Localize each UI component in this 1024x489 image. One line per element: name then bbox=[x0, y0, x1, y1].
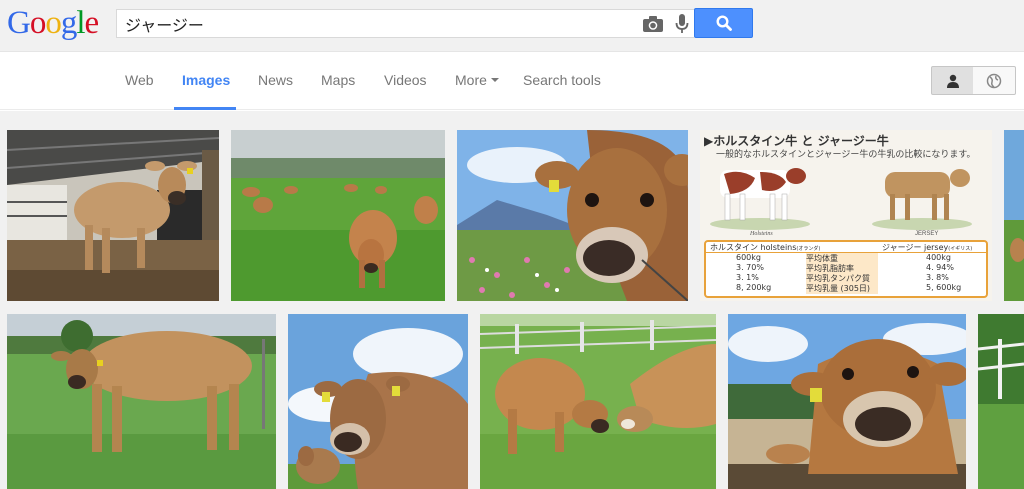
infographic-subtitle: 一般的なホルスタインとジャージー牛の牛乳の比較になります。 bbox=[716, 150, 976, 160]
table-row: 600kg 平均体重 400kg bbox=[706, 253, 986, 264]
table-cell: 8, 200kg bbox=[736, 283, 772, 292]
tab-search-tools[interactable]: Search tools bbox=[523, 72, 601, 110]
image-result[interactable] bbox=[7, 130, 219, 301]
tab-videos[interactable]: Videos bbox=[384, 72, 427, 110]
image-result[interactable] bbox=[457, 130, 688, 301]
infographic-left-label: Holsteins bbox=[750, 231, 773, 237]
magnifier-icon bbox=[716, 15, 732, 31]
tab-more[interactable]: More bbox=[455, 72, 499, 110]
chevron-down-icon bbox=[490, 78, 499, 83]
camera-icon[interactable] bbox=[642, 15, 664, 33]
tab-images[interactable]: Images bbox=[174, 72, 236, 110]
search-input[interactable] bbox=[117, 10, 617, 37]
global-results-toggle[interactable] bbox=[973, 66, 1016, 95]
image-result[interactable] bbox=[978, 314, 1024, 489]
microphone-icon[interactable] bbox=[675, 14, 689, 34]
table-header: ホルスタイン holsteins(オランダ) ジャージー jersey(イギリス… bbox=[706, 242, 986, 253]
infographic-result[interactable]: ▶ホルスタイン牛 と ジャージー牛 一般的なホルスタインとジャージー牛の牛乳の比… bbox=[700, 130, 992, 301]
image-result[interactable] bbox=[7, 314, 276, 489]
image-result[interactable] bbox=[1004, 130, 1024, 301]
search-button[interactable] bbox=[694, 8, 753, 38]
infographic-right-label: JERSEY bbox=[915, 231, 939, 237]
table-cell: 5, 600kg bbox=[926, 283, 962, 292]
logo-letter: G bbox=[7, 5, 31, 41]
logo-letter: o bbox=[29, 5, 46, 41]
table-cell: 平均乳量 (305日) bbox=[806, 283, 878, 294]
table-cell: 400kg bbox=[926, 253, 951, 262]
tab-web[interactable]: Web bbox=[125, 72, 154, 110]
header-left: ホルスタイン holsteins(オランダ) bbox=[710, 243, 821, 252]
image-result[interactable] bbox=[231, 130, 445, 301]
table-row: 3. 70% 平均乳脂肪率 4. 94% bbox=[706, 263, 986, 274]
table-row: 3. 1% 平均乳タンパク質 3. 8% bbox=[706, 273, 986, 284]
search-nav: Web Images News Maps Videos More Search … bbox=[0, 53, 1024, 110]
tab-maps[interactable]: Maps bbox=[321, 72, 355, 110]
image-results-grid: ▶ホルスタイン牛 と ジャージー牛 一般的なホルスタインとジャージー牛の牛乳の比… bbox=[0, 111, 1024, 489]
google-logo[interactable]: Google bbox=[7, 5, 100, 41]
search-box bbox=[116, 9, 694, 38]
globe-icon bbox=[986, 73, 1002, 89]
logo-letter: l bbox=[76, 5, 85, 41]
logo-letter: o bbox=[45, 5, 61, 41]
header-right: ジャージー jersey(イギリス) bbox=[882, 243, 973, 252]
tab-news[interactable]: News bbox=[258, 72, 293, 110]
personal-results-toggle[interactable] bbox=[931, 66, 974, 95]
tab-more-label: More bbox=[455, 72, 487, 88]
table-row: 8, 200kg 平均乳量 (305日) 5, 600kg bbox=[706, 283, 986, 294]
top-bar: Google bbox=[0, 0, 1024, 52]
table-cell: 3. 70% bbox=[736, 263, 764, 272]
table-cell: 3. 1% bbox=[736, 273, 759, 282]
image-result[interactable] bbox=[728, 314, 966, 489]
table-cell: 4. 94% bbox=[926, 263, 954, 272]
comparison-table: ホルスタイン holsteins(オランダ) ジャージー jersey(イギリス… bbox=[704, 240, 988, 298]
image-result[interactable] bbox=[480, 314, 716, 489]
table-cell: 600kg bbox=[736, 253, 761, 262]
person-icon bbox=[947, 74, 959, 88]
table-cell: 3. 8% bbox=[926, 273, 949, 282]
logo-letter: g bbox=[60, 5, 77, 41]
logo-letter: e bbox=[84, 5, 100, 41]
image-result[interactable] bbox=[288, 314, 468, 489]
